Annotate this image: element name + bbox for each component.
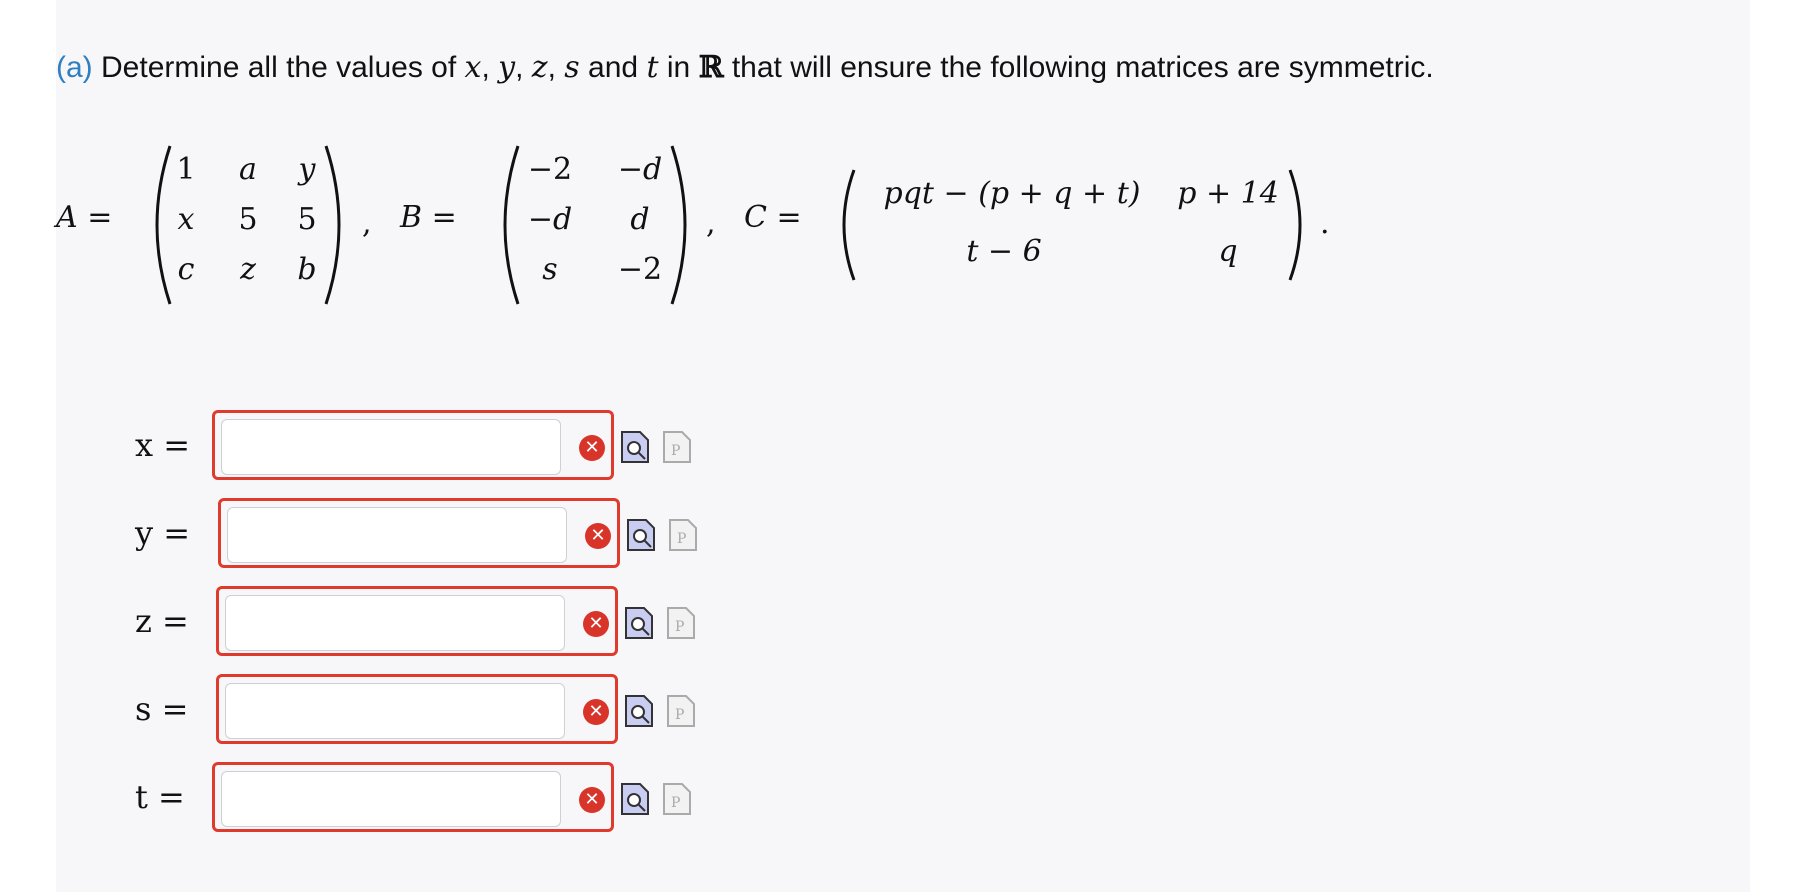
- matrix-equations: A = 1 a y x 5 5 c z b , B = −2 −d −d d s…: [0, 140, 1500, 310]
- answer-label: x =: [135, 426, 191, 464]
- and-text: and: [588, 51, 639, 84]
- matrix-a-label: A =: [56, 200, 113, 235]
- matrix-c-cell: pqt − (p + q + t): [883, 176, 1141, 211]
- matrix-c-cell: q: [1218, 234, 1238, 269]
- answer-z-input[interactable]: [225, 595, 565, 651]
- error-x-icon: ✕: [579, 435, 605, 461]
- question-text-2: that will ensure the following matrices …: [731, 51, 1434, 84]
- answer-z-box: ✕: [216, 586, 618, 656]
- matrix-a-left-paren: [155, 145, 172, 305]
- question-text: (a) Determine all the values of x, y, z,…: [56, 48, 1434, 88]
- preview-magnifier-icon[interactable]: [624, 606, 654, 640]
- matrix-b-left-paren: [503, 145, 520, 305]
- error-x-icon: ✕: [579, 787, 605, 813]
- comma-b: ,: [706, 206, 716, 241]
- matrix-b-cell: −d: [527, 202, 573, 237]
- sep-3: ,: [547, 51, 556, 84]
- error-x-icon: ✕: [583, 699, 609, 725]
- error-x-icon: ✕: [585, 523, 611, 549]
- answer-t-box: ✕: [212, 762, 614, 832]
- matrix-b-cell: d: [630, 202, 650, 237]
- svg-text:P: P: [671, 443, 680, 459]
- svg-text:P: P: [677, 531, 686, 547]
- preview-magnifier-icon[interactable]: [620, 782, 650, 816]
- answer-label: s =: [135, 690, 189, 728]
- p-document-icon[interactable]: P: [662, 782, 692, 816]
- in-text: in: [666, 51, 691, 84]
- var-z: z: [531, 50, 548, 85]
- sep-2: ,: [515, 51, 524, 84]
- part-label: (a): [56, 51, 93, 84]
- matrix-a-cell: 1: [176, 152, 196, 187]
- error-x-icon: ✕: [583, 611, 609, 637]
- matrix-c-label: C =: [744, 200, 802, 235]
- matrix-c-left-paren: [842, 169, 856, 281]
- answer-x-input[interactable]: [221, 419, 561, 475]
- matrix-a-cell: z: [240, 252, 256, 287]
- preview-magnifier-icon[interactable]: [620, 430, 650, 464]
- matrix-a-cell: b: [297, 252, 317, 287]
- p-document-icon[interactable]: P: [666, 694, 696, 728]
- answer-label: t =: [135, 778, 185, 816]
- answer-label: z =: [135, 602, 189, 640]
- p-document-icon[interactable]: P: [668, 518, 698, 552]
- answer-y-input[interactable]: [227, 507, 567, 563]
- svg-text:P: P: [671, 795, 680, 811]
- preview-magnifier-icon[interactable]: [626, 518, 656, 552]
- matrix-c-cell: p + 14: [1177, 176, 1279, 211]
- period: .: [1320, 206, 1330, 241]
- p-document-icon[interactable]: P: [666, 606, 696, 640]
- matrix-a-cell: 5: [297, 202, 317, 237]
- question-text-1: Determine all the values of: [101, 51, 457, 84]
- preview-magnifier-icon[interactable]: [624, 694, 654, 728]
- var-x: x: [464, 50, 482, 85]
- matrix-b-cell: −d: [617, 152, 663, 187]
- matrix-b-cell: −2: [527, 152, 573, 187]
- comma-a: ,: [362, 206, 372, 241]
- matrix-a-cell: x: [177, 202, 195, 237]
- svg-text:P: P: [675, 619, 684, 635]
- matrix-a-right-paren: [324, 145, 341, 305]
- answer-s-input[interactable]: [225, 683, 565, 739]
- real-set-symbol: ℝ: [698, 50, 724, 85]
- answer-s-box: ✕: [216, 674, 618, 744]
- answer-label: y =: [135, 514, 191, 552]
- p-document-icon[interactable]: P: [662, 430, 692, 464]
- sep-1: ,: [481, 51, 490, 84]
- matrix-a-cell: y: [298, 152, 316, 187]
- matrix-c-cell: t − 6: [966, 234, 1042, 269]
- answer-t-input[interactable]: [221, 771, 561, 827]
- matrix-a-cell: 5: [238, 202, 258, 237]
- var-y: y: [498, 50, 516, 85]
- answer-y-box: ✕: [218, 498, 620, 568]
- svg-text:P: P: [675, 707, 684, 723]
- matrix-a-cell: c: [177, 252, 195, 287]
- answer-x-box: ✕: [212, 410, 614, 480]
- matrix-c-right-paren: [1288, 169, 1302, 281]
- matrix-b-label: B =: [400, 200, 457, 235]
- matrix-b-cell: s: [542, 252, 558, 287]
- matrix-a-cell: a: [239, 152, 257, 187]
- var-s: s: [564, 50, 580, 85]
- matrix-b-right-paren: [670, 145, 687, 305]
- var-t: t: [646, 50, 659, 85]
- matrix-b-cell: −2: [617, 252, 663, 287]
